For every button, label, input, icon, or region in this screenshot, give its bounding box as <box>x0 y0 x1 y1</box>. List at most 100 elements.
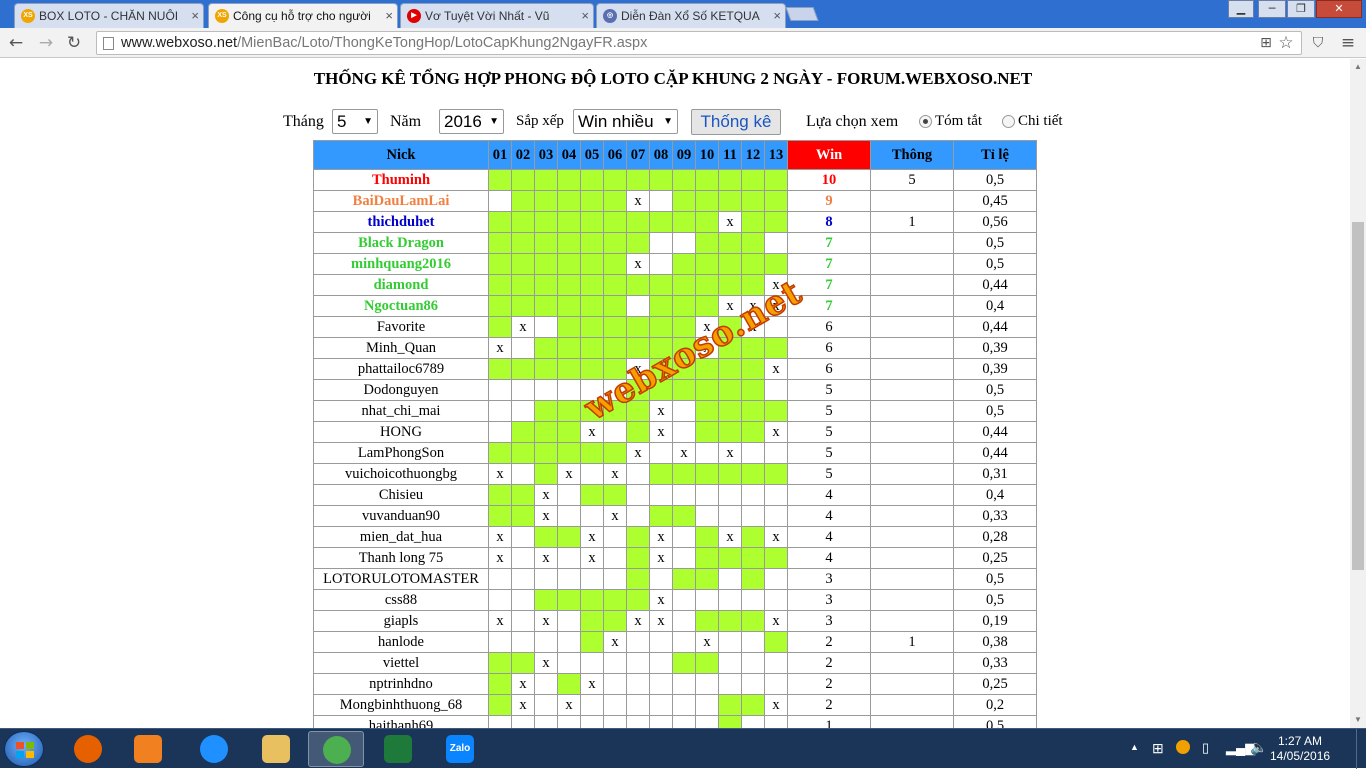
nick-cell[interactable]: nhat_chi_mai <box>313 400 489 422</box>
thong-cell <box>870 505 954 527</box>
hit-cell <box>580 295 604 317</box>
back-icon[interactable]: ← <box>6 33 26 53</box>
summary-radio[interactable] <box>919 115 932 128</box>
month-value: 5 <box>337 112 347 131</box>
taskbar-excel-button[interactable] <box>370 731 426 767</box>
nick-cell[interactable]: haithanh69 <box>313 715 489 728</box>
nick-cell[interactable]: Dodonguyen <box>313 379 489 401</box>
empty-cell <box>718 505 742 527</box>
scroll-down-arrow-icon[interactable]: ▼ <box>1350 713 1366 727</box>
miss-cell: x <box>557 694 581 716</box>
table-row: thichduhet x 8 1 0,56 <box>313 211 1037 233</box>
empty-cell <box>580 652 604 674</box>
nick-cell[interactable]: minhquang2016 <box>313 253 489 275</box>
hit-cell <box>764 337 788 359</box>
power-icon[interactable]: ▯ <box>1202 740 1209 756</box>
tab-close-icon[interactable]: × <box>385 8 393 23</box>
detail-radio-label[interactable]: Chi tiết <box>1018 113 1063 130</box>
nick-cell[interactable]: Minh_Quan <box>313 337 489 359</box>
bookmark-star-icon[interactable]: ☆ <box>1276 33 1296 53</box>
browser-tab[interactable]: ◎ Diễn Đàn Xổ Số KETQUA × <box>596 3 786 28</box>
summary-radio-label[interactable]: Tóm tắt <box>935 113 982 130</box>
sort-select[interactable]: Win nhiều ▼ <box>573 109 678 134</box>
nick-cell[interactable]: vuichoicothuongbg <box>313 463 489 485</box>
browser-tab[interactable]: XS Công cụ hỗ trợ cho người × <box>208 3 398 28</box>
tab-close-icon[interactable]: × <box>581 8 589 23</box>
system-clock[interactable]: 1:27 AM 14/05/2016 <box>1270 734 1330 764</box>
nick-cell[interactable]: Favorite <box>313 316 489 338</box>
empty-cell <box>488 190 512 212</box>
hit-cell <box>672 274 696 296</box>
nick-cell[interactable]: Thuminh <box>313 169 489 191</box>
thong-cell <box>870 253 954 275</box>
reload-icon[interactable]: ↻ <box>64 33 84 53</box>
show-desktop-button[interactable] <box>1356 729 1366 769</box>
nick-cell[interactable]: phattailoc6789 <box>313 358 489 380</box>
taskbar-media-player-button[interactable] <box>120 731 176 767</box>
nick-cell[interactable]: hanlode <box>313 631 489 653</box>
maximize-button[interactable]: ❐ <box>1287 0 1315 18</box>
win-cell: 6 <box>787 337 871 359</box>
taskbar-internet-explorer-button[interactable] <box>186 731 242 767</box>
nick-cell[interactable]: Black Dragon <box>313 232 489 254</box>
nick-cell[interactable]: mien_dat_hua <box>313 526 489 548</box>
menu-icon[interactable]: ≡ <box>1338 33 1358 53</box>
nick-cell[interactable]: Mongbinhthuong_68 <box>313 694 489 716</box>
nick-cell[interactable]: viettel <box>313 652 489 674</box>
ratio-cell: 0,39 <box>953 337 1037 359</box>
browser-tab[interactable]: ▶ Vơ Tuyệt Vời Nhất - Vũ × <box>400 3 594 28</box>
hit-cell <box>764 211 788 233</box>
hit-cell <box>764 169 788 191</box>
volume-icon[interactable]: 🔈 <box>1250 739 1267 756</box>
minimize-button[interactable]: ─ <box>1258 0 1286 18</box>
scroll-up-arrow-icon[interactable]: ▲ <box>1350 60 1366 74</box>
hit-cell <box>580 358 604 380</box>
hit-cell <box>741 400 765 422</box>
start-button[interactable] <box>4 731 44 767</box>
empty-cell <box>511 589 535 611</box>
nick-cell[interactable]: vuvanduan90 <box>313 505 489 527</box>
hit-cell <box>672 652 696 674</box>
month-select[interactable]: 5 ▼ <box>332 109 378 134</box>
user-profile-button[interactable]: ▁ <box>1228 0 1254 18</box>
ratio-cell: 0,2 <box>953 694 1037 716</box>
detail-radio[interactable] <box>1002 115 1015 128</box>
thong-cell <box>870 694 954 716</box>
year-select[interactable]: 2016 ▼ <box>439 109 504 134</box>
action-center-icon[interactable]: ⊞ <box>1152 740 1164 757</box>
thong-ke-button[interactable]: Thống kê <box>691 109 781 135</box>
nick-cell[interactable]: LOTORULOTOMASTER <box>313 568 489 590</box>
nick-cell[interactable]: diamond <box>313 274 489 296</box>
nick-cell[interactable]: css88 <box>313 589 489 611</box>
hit-cell <box>511 211 535 233</box>
app-tray-icon[interactable] <box>1176 740 1190 754</box>
forward-icon[interactable]: → <box>36 33 56 53</box>
show-hidden-icons-icon[interactable]: ▲ <box>1130 742 1139 752</box>
extension-shield-icon[interactable]: ⛉ <box>1308 33 1328 53</box>
nick-cell[interactable]: Thanh long 75 <box>313 547 489 569</box>
nick-cell[interactable]: Ngoctuan86 <box>313 295 489 317</box>
nick-cell[interactable]: nptrinhdno <box>313 673 489 695</box>
tab-close-icon[interactable]: × <box>773 8 781 23</box>
translate-icon[interactable]: ⊞ <box>1256 33 1276 53</box>
tab-close-icon[interactable]: × <box>191 8 199 23</box>
nick-cell[interactable]: BaiDauLamLai <box>313 190 489 212</box>
taskbar-file-explorer-button[interactable] <box>248 731 304 767</box>
new-tab-button[interactable] <box>785 7 819 21</box>
nick-cell[interactable]: HONG <box>313 421 489 443</box>
miss-cell: x <box>488 547 512 569</box>
nick-cell[interactable]: giapls <box>313 610 489 632</box>
browser-tab[interactable]: XS BOX LOTO - CHĂN NUÔI × <box>14 3 204 28</box>
taskbar-chrome-button[interactable] <box>308 731 364 767</box>
nick-cell[interactable]: LamPhongSon <box>313 442 489 464</box>
nick-cell[interactable]: thichduhet <box>313 211 489 233</box>
close-window-button[interactable]: ✕ <box>1316 0 1362 18</box>
taskbar-firefox-button[interactable] <box>60 731 116 767</box>
hit-cell <box>695 547 719 569</box>
miss-cell: x <box>534 610 558 632</box>
nick-cell[interactable]: Chisieu <box>313 484 489 506</box>
hit-cell <box>718 253 742 275</box>
taskbar-zalo-button[interactable]: Zalo <box>432 731 488 767</box>
scrollbar-thumb[interactable] <box>1352 222 1364 570</box>
address-bar[interactable]: www.webxoso.net/MienBac/Loto/ThongKeTong… <box>96 31 1302 55</box>
